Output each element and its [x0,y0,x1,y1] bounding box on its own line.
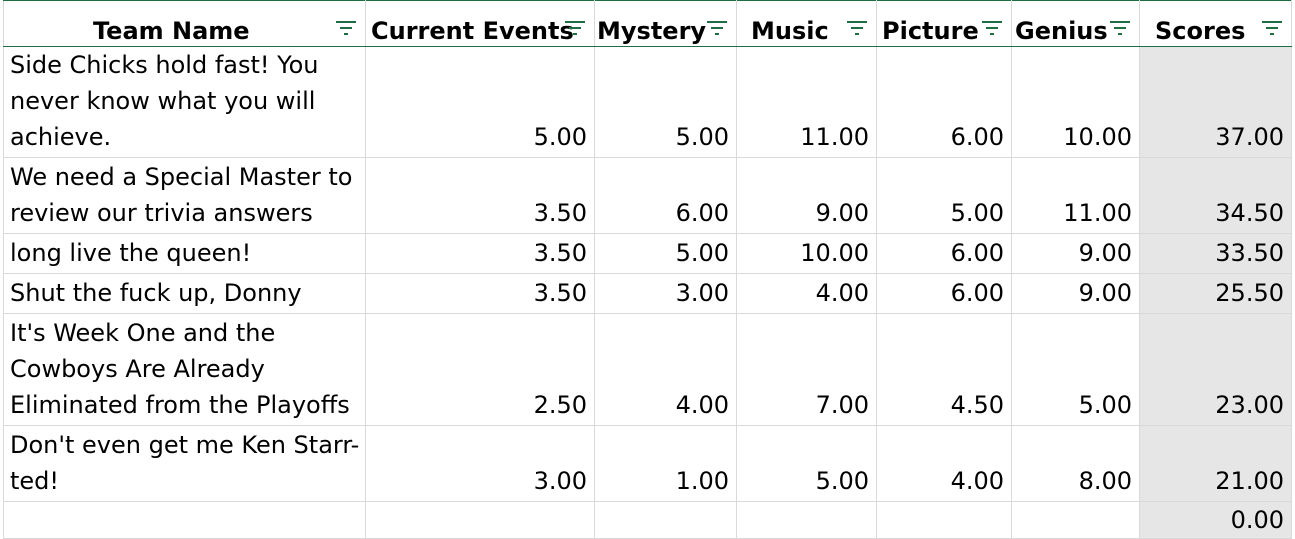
current-events-cell[interactable]: 3.50 [365,157,595,234]
header-label: Picture [882,17,979,45]
header-label: Genius [1015,17,1108,45]
table-row: Side Chicks hold fast! You never know wh… [3,46,1292,158]
score-table: Team Name Current Events Mystery Music P… [3,0,1292,539]
score-cell[interactable]: 37.00 [1139,46,1292,158]
current-events-cell[interactable] [365,501,595,539]
table-row: We need a Special Master to review our t… [3,157,1292,234]
current-events-cell[interactable]: 3.50 [365,233,595,274]
header-label: Music [751,17,829,45]
picture-cell[interactable]: 6.00 [876,46,1012,158]
music-cell[interactable]: 5.00 [736,425,877,502]
team-name-cell[interactable]: Don't even get me Ken Starr-ted! [3,425,366,502]
filter-icon[interactable] [706,19,728,39]
score-cell[interactable]: 33.50 [1139,233,1292,274]
team-name-cell[interactable]: long live the queen! [3,233,366,274]
score-cell[interactable]: 23.00 [1139,313,1292,426]
music-cell[interactable]: 4.00 [736,273,877,314]
score-cell[interactable]: 25.50 [1139,273,1292,314]
table-row: It's Week One and the Cowboys Are Alread… [3,313,1292,426]
current-events-cell[interactable]: 5.00 [365,46,595,158]
header-label: Mystery [597,17,707,45]
filter-icon[interactable] [846,19,868,39]
filter-icon[interactable] [981,19,1003,39]
picture-cell[interactable]: 5.00 [876,157,1012,234]
filter-icon[interactable] [335,19,357,39]
picture-cell[interactable]: 6.00 [876,233,1012,274]
header-mystery[interactable]: Mystery [594,0,737,47]
score-cell[interactable]: 34.50 [1139,157,1292,234]
filter-icon[interactable] [1261,19,1283,39]
header-scores[interactable]: Scores [1139,0,1292,47]
genius-cell[interactable]: 5.00 [1011,313,1140,426]
mystery-cell[interactable]: 5.00 [594,46,737,158]
mystery-cell[interactable] [594,501,737,539]
genius-cell[interactable] [1011,501,1140,539]
team-name-cell[interactable]: Side Chicks hold fast! You never know wh… [3,46,366,158]
mystery-cell[interactable]: 3.00 [594,273,737,314]
table-row: 0.00 [3,501,1292,539]
score-cell[interactable]: 0.00 [1139,501,1292,539]
team-name-cell[interactable] [3,501,366,539]
music-cell[interactable]: 9.00 [736,157,877,234]
header-genius[interactable]: Genius [1011,0,1140,47]
mystery-cell[interactable]: 4.00 [594,313,737,426]
mystery-cell[interactable]: 6.00 [594,157,737,234]
genius-cell[interactable]: 9.00 [1011,273,1140,314]
picture-cell[interactable] [876,501,1012,539]
header-current-events[interactable]: Current Events [365,0,595,47]
filter-icon[interactable] [564,19,586,39]
current-events-cell[interactable]: 3.50 [365,273,595,314]
genius-cell[interactable]: 10.00 [1011,46,1140,158]
music-cell[interactable]: 11.00 [736,46,877,158]
music-cell[interactable]: 7.00 [736,313,877,426]
mystery-cell[interactable]: 5.00 [594,233,737,274]
table-row: long live the queen! 3.50 5.00 10.00 6.0… [3,233,1292,274]
table-row: Shut the fuck up, Donny 3.50 3.00 4.00 6… [3,273,1292,314]
music-cell[interactable]: 10.00 [736,233,877,274]
music-cell[interactable] [736,501,877,539]
picture-cell[interactable]: 4.50 [876,313,1012,426]
header-label: Scores [1155,17,1246,45]
header-label: Team Name [93,17,250,45]
genius-cell[interactable]: 11.00 [1011,157,1140,234]
current-events-cell[interactable]: 3.00 [365,425,595,502]
header-picture[interactable]: Picture [876,0,1012,47]
genius-cell[interactable]: 9.00 [1011,233,1140,274]
picture-cell[interactable]: 4.00 [876,425,1012,502]
mystery-cell[interactable]: 1.00 [594,425,737,502]
team-name-cell[interactable]: It's Week One and the Cowboys Are Alread… [3,313,366,426]
header-row: Team Name Current Events Mystery Music P… [3,0,1292,47]
picture-cell[interactable]: 6.00 [876,273,1012,314]
score-cell[interactable]: 21.00 [1139,425,1292,502]
team-name-cell[interactable]: We need a Special Master to review our t… [3,157,366,234]
genius-cell[interactable]: 8.00 [1011,425,1140,502]
header-music[interactable]: Music [736,0,877,47]
current-events-cell[interactable]: 2.50 [365,313,595,426]
table-row: Don't even get me Ken Starr-ted! 3.00 1.… [3,425,1292,502]
header-team-name[interactable]: Team Name [3,0,366,47]
team-name-cell[interactable]: Shut the fuck up, Donny [3,273,366,314]
header-label: Current Events [371,17,574,45]
filter-icon[interactable] [1109,19,1131,39]
